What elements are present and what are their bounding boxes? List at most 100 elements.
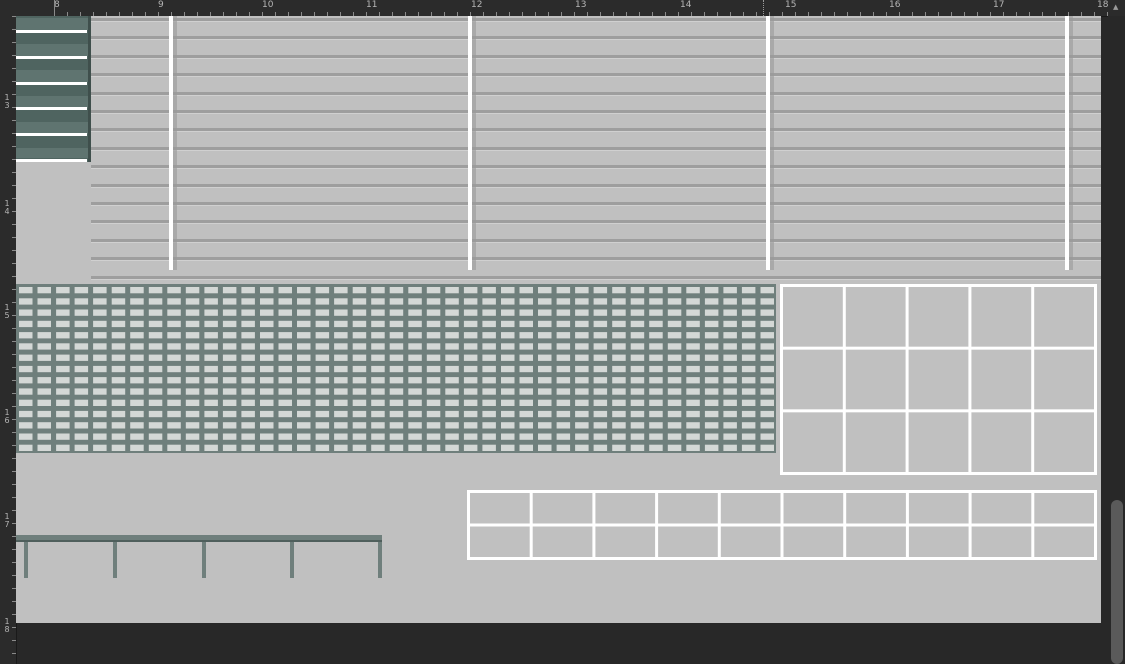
grate-cell — [704, 320, 719, 328]
grate-cell — [185, 354, 200, 361]
grate-cell — [463, 320, 478, 328]
grate-cell — [222, 320, 237, 328]
grate-cell — [575, 287, 589, 294]
grate-cell — [741, 422, 756, 429]
grate-cell — [445, 410, 459, 418]
ruler-one-7: 1 — [4, 512, 10, 521]
stair-tile-block — [16, 16, 91, 162]
grate-cell — [575, 309, 589, 316]
grate-cell — [148, 377, 163, 384]
grate-cell — [19, 320, 33, 328]
grate-cell — [426, 377, 441, 384]
grate-cell — [222, 377, 237, 384]
grate-cell — [575, 320, 589, 328]
grate-cell — [723, 354, 737, 361]
grate-cell — [260, 433, 274, 440]
grate-cell — [278, 377, 292, 384]
grate-cell — [519, 433, 533, 440]
grate-cell — [482, 410, 496, 418]
grate-cell — [148, 444, 163, 451]
grate-cell — [426, 287, 441, 294]
grate-cell — [111, 422, 126, 429]
grate-cell — [185, 365, 200, 373]
grate-cell — [723, 422, 737, 429]
grate-cell — [482, 309, 496, 316]
grate-cell — [56, 309, 70, 316]
grate-cell — [482, 287, 496, 294]
grate-cell — [37, 444, 51, 451]
grate-cell — [315, 377, 330, 384]
grate-cell — [612, 399, 626, 406]
grate-cell — [445, 433, 459, 440]
grate-cell — [222, 422, 237, 429]
grate-cell — [667, 298, 682, 305]
scroll-up-arrow-icon[interactable]: ▲ — [1113, 4, 1118, 11]
grate-cell — [445, 287, 459, 294]
grate-cell — [334, 433, 348, 440]
grate-cell — [426, 410, 441, 418]
grate-cell — [538, 332, 552, 339]
grate-cell — [741, 343, 756, 350]
grate-cell — [185, 298, 200, 305]
grate-cell — [556, 320, 571, 328]
grate-cell — [371, 343, 385, 350]
grate-cell — [260, 354, 274, 361]
grate-cell — [501, 320, 515, 328]
grate-cell — [463, 298, 478, 305]
grate-cell — [241, 388, 255, 395]
grate-cell — [241, 320, 255, 328]
grate-cell — [408, 298, 422, 305]
grate-cell — [74, 433, 89, 440]
grate-cell — [408, 365, 422, 373]
grate-cell — [204, 399, 218, 406]
grate-cell — [760, 410, 774, 418]
grate-cell — [222, 410, 237, 418]
horizontal-ruler[interactable]: 8 9 10 11 12 13 14 15 16 17 18 — [0, 0, 1125, 17]
grate-cell — [686, 343, 700, 350]
grate-cell — [19, 354, 33, 361]
grate-cell — [93, 287, 107, 294]
grate-cell — [612, 444, 626, 451]
grate-cell — [556, 309, 571, 316]
grate-cell — [167, 343, 181, 350]
grate-cell — [241, 343, 255, 350]
grate-cell — [389, 433, 404, 440]
vertical-ruler[interactable]: 1 3 1 4 1 5 1 6 1 7 1 8 — [0, 16, 17, 664]
document-canvas[interactable] — [16, 16, 1101, 623]
grate-cell — [56, 298, 70, 305]
grate-cell — [667, 309, 682, 316]
grate-cell — [389, 377, 404, 384]
grate-cell — [556, 365, 571, 373]
grate-cell — [667, 320, 682, 328]
grate-cell — [260, 365, 274, 373]
grate-cell — [445, 365, 459, 373]
grate-cell — [482, 433, 496, 440]
grate-cell — [371, 354, 385, 361]
grate-cell — [334, 287, 348, 294]
grate-cell — [334, 320, 348, 328]
scrollbar-thumb[interactable] — [1111, 500, 1123, 664]
grate-cell — [445, 422, 459, 429]
grate-cell — [482, 388, 496, 395]
grate-cell — [482, 298, 496, 305]
grate-cell — [538, 399, 552, 406]
grate-cell — [445, 377, 459, 384]
ruler-label-17: 17 — [993, 0, 1005, 10]
grate-cell — [93, 388, 107, 395]
grate-cell — [56, 377, 70, 384]
grate-cell — [167, 332, 181, 339]
grate-cell — [408, 444, 422, 451]
grate-cell — [501, 343, 515, 350]
grate-cell — [56, 399, 70, 406]
grate-cell — [741, 410, 756, 418]
grate-cell — [371, 365, 385, 373]
grate-cell — [667, 410, 682, 418]
grate-cell — [630, 388, 645, 395]
grate-cell — [315, 343, 330, 350]
grate-cell — [56, 320, 70, 328]
grate-cell — [445, 332, 459, 339]
grate-cell — [501, 377, 515, 384]
grate-cell — [445, 399, 459, 406]
grate-cell — [167, 444, 181, 451]
grate-cell — [445, 320, 459, 328]
